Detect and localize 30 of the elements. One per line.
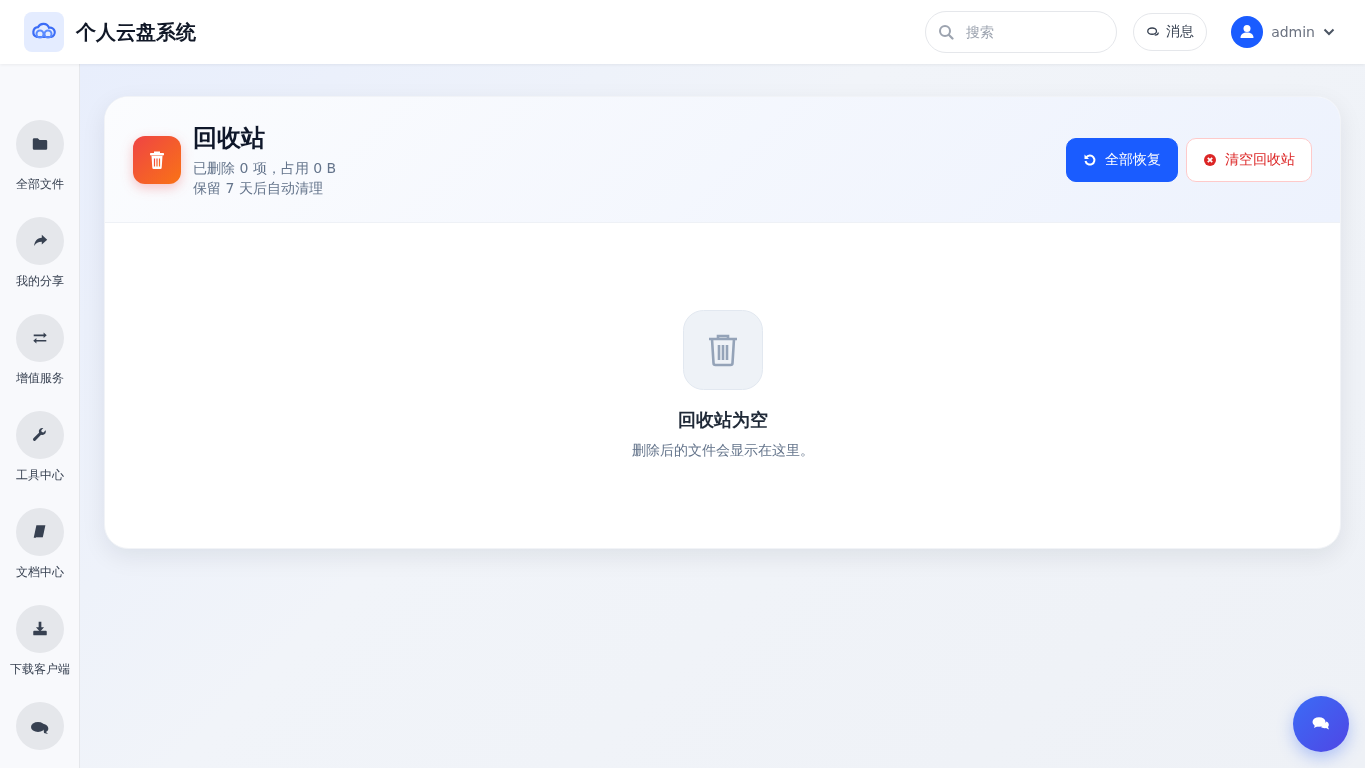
sidebar-item[interactable]: 全部文件 — [0, 120, 79, 193]
undo-icon — [1083, 152, 1097, 167]
trash-icon — [682, 310, 763, 390]
search-icon — [938, 24, 955, 40]
wrench-icon — [30, 426, 49, 444]
sidebar-item[interactable]: 工具中心 — [0, 411, 79, 484]
sidebar-item[interactable]: 文档中心 — [0, 508, 79, 581]
sidebar-item[interactable]: 增值服务 — [0, 314, 79, 387]
search-field[interactable]: 搜索 — [925, 11, 1118, 53]
chat-bubbles-icon — [1146, 25, 1161, 39]
download-icon — [30, 620, 49, 638]
panel-title: 回收站 — [193, 122, 266, 154]
empty-state-title: 回收站为空 — [677, 408, 768, 432]
close-icon — [1203, 152, 1217, 167]
deleted-summary: 已删除 0 项，占用 0 B — [193, 158, 337, 178]
user-avatar-icon[interactable] — [1231, 16, 1264, 48]
messages-button[interactable]: 消息 — [1133, 13, 1208, 51]
trash-icon — [133, 135, 181, 184]
folder-icon — [30, 135, 49, 153]
retention-note: 保留 7 天后自动清理 — [193, 178, 324, 198]
sidebar-item[interactable]: 下载客户端 — [0, 605, 79, 678]
sidebar-item[interactable]: 我的分享 — [0, 217, 79, 290]
app-title: 个人云盘系统 — [76, 18, 196, 46]
chat-icon[interactable] — [15, 702, 64, 750]
cloud-logo-icon — [24, 12, 64, 52]
caret-icon[interactable] — [1323, 28, 1335, 36]
empty-bin-button[interactable]: 清空回收站 — [1186, 137, 1312, 182]
user-name[interactable]: admin — [1271, 24, 1315, 40]
empty-state-message: 删除后的文件会显示在这里。 — [631, 442, 814, 460]
restore-all-button[interactable]: 全部恢复 — [1066, 137, 1178, 182]
